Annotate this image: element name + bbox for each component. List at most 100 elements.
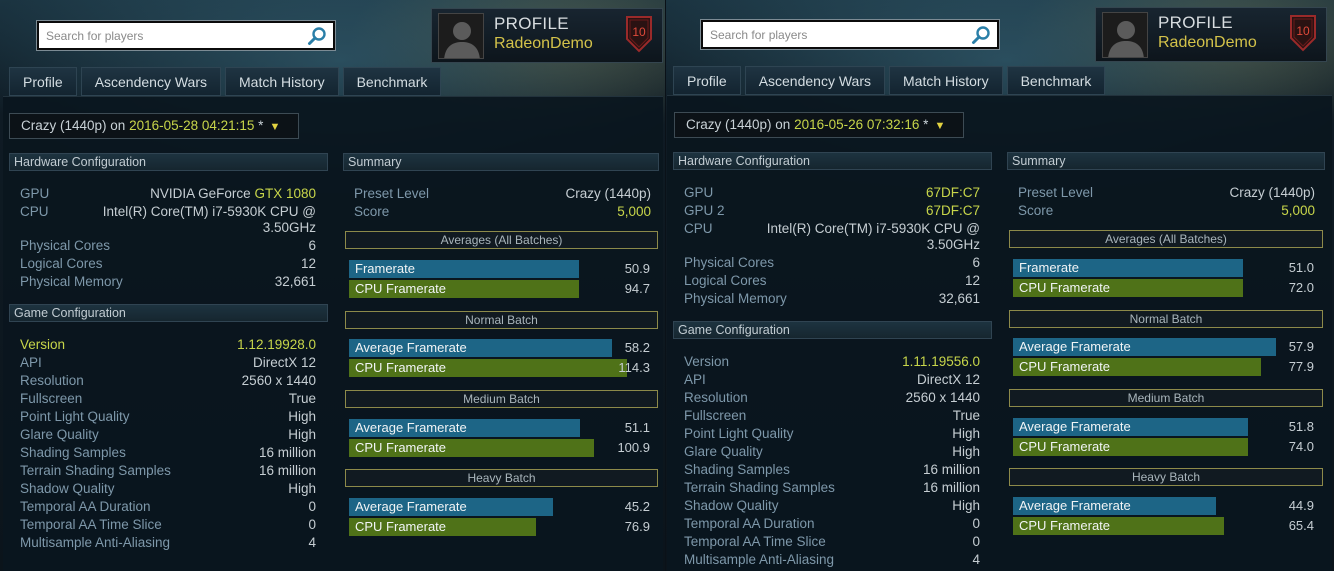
profile-name[interactable]: RadeonDemo xyxy=(494,35,593,53)
tab-ascendency-wars[interactable]: Ascendency Wars xyxy=(80,67,221,96)
hw-key: CPU xyxy=(20,204,49,219)
search-input[interactable] xyxy=(703,22,963,47)
game-value: True xyxy=(952,408,980,423)
game-value: 2560 x 1440 xyxy=(905,390,980,405)
tab-match-history[interactable]: Match History xyxy=(225,67,339,96)
summary-header: Summary xyxy=(1007,152,1325,170)
bar-row: CPU Framerate 77.9 xyxy=(1013,358,1318,376)
hw-value: 32,661 xyxy=(274,274,316,289)
game-value: 1.12.19928.0 xyxy=(237,337,316,352)
game-key: Point Light Quality xyxy=(20,409,130,424)
summary-row: Score 5,000 xyxy=(1018,202,1315,220)
profile-card[interactable]: PROFILE RadeonDemo 10 xyxy=(431,8,663,63)
bar-label: CPU Framerate xyxy=(1019,439,1111,454)
profile-label: PROFILE xyxy=(494,14,569,33)
tab-ascendency-wars[interactable]: Ascendency Wars xyxy=(744,66,885,95)
hw-row-cpu: CPU Intel(R) Core(TM) i7-5930K CPU @ 3.5… xyxy=(684,220,980,254)
level-number: 10 xyxy=(1296,24,1310,38)
game-row: Shading Samples 16 million xyxy=(20,444,316,462)
chevron-down-icon: ▼ xyxy=(269,121,281,133)
hw-row: GPU 2 67DF:C7 xyxy=(684,202,980,220)
hardware-config-header: Hardware Configuration xyxy=(9,153,328,171)
game-value: High xyxy=(288,427,316,442)
tab-benchmark[interactable]: Benchmark xyxy=(342,67,442,96)
search-input[interactable] xyxy=(39,23,299,48)
profile-card[interactable]: PROFILE RadeonDemo 10 xyxy=(1095,7,1327,62)
summary-key: Preset Level xyxy=(354,186,430,201)
run-selector[interactable]: Crazy (1440p) on 2016-05-28 04:21:15 * ▼ xyxy=(9,113,299,139)
game-row: Shadow Quality High xyxy=(684,497,980,515)
game-row: Terrain Shading Samples 16 million xyxy=(684,479,980,497)
heavy-batch-header: Heavy Batch xyxy=(345,469,658,487)
tab-profile[interactable]: Profile xyxy=(673,66,741,95)
hw-row: Physical Cores 6 xyxy=(20,237,316,255)
game-key: Temporal AA Duration xyxy=(684,516,815,531)
game-row: Point Light Quality High xyxy=(20,408,316,426)
shield-icon: 10 xyxy=(626,16,652,53)
bar-label: Framerate xyxy=(355,261,415,276)
game-key: Terrain Shading Samples xyxy=(20,463,171,478)
hw-value: 32,661 xyxy=(938,291,980,306)
game-key: Multisample Anti-Aliasing xyxy=(684,552,835,567)
tab-profile[interactable]: Profile xyxy=(9,67,77,96)
hw-key: GPU xyxy=(20,186,50,201)
bar-row: Average Framerate 45.2 xyxy=(349,498,654,516)
hw-row: Physical Memory 32,661 xyxy=(20,273,316,291)
hw-row-gpu: GPU NVIDIA GeForce GTX 1080 xyxy=(20,185,316,203)
summary-header: Summary xyxy=(343,153,659,171)
game-value: 0 xyxy=(972,516,980,531)
hw-row: Physical Cores 6 xyxy=(684,254,980,272)
hw-row: Logical Cores 12 xyxy=(684,272,980,290)
medium-batch-header: Medium Batch xyxy=(1009,389,1323,407)
run-suffix: * xyxy=(919,117,929,132)
game-value: 2560 x 1440 xyxy=(241,373,316,388)
game-row: Glare Quality High xyxy=(684,443,980,461)
game-value: 16 million xyxy=(922,480,980,495)
game-key: Temporal AA Time Slice xyxy=(684,534,826,549)
hw-row: GPU 67DF:C7 xyxy=(684,184,980,202)
bar-row: CPU Framerate 65.4 xyxy=(1013,517,1318,535)
medium-batch-header: Medium Batch xyxy=(345,390,658,408)
summary-row: Preset Level Crazy (1440p) xyxy=(1018,184,1315,202)
game-row: Glare Quality High xyxy=(20,426,316,444)
summary-value: 5,000 xyxy=(617,204,651,219)
gpu-model: GTX 1080 xyxy=(254,186,316,201)
game-row: API DirectX 12 xyxy=(20,354,316,372)
game-value: High xyxy=(952,498,980,513)
game-row: Temporal AA Time Slice 0 xyxy=(20,516,316,534)
benchmark-panel-left: PROFILE RadeonDemo 10 Profile Ascendency… xyxy=(0,0,665,571)
game-key: Shadow Quality xyxy=(20,481,115,496)
tab-bar: Profile Ascendency Wars Match History Be… xyxy=(673,66,1106,95)
bar-label: CPU Framerate xyxy=(355,519,447,534)
user-silhouette-icon xyxy=(439,14,483,58)
game-value: 16 million xyxy=(922,462,980,477)
summary-key: Score xyxy=(1018,203,1054,218)
game-config-header: Game Configuration xyxy=(673,321,992,339)
game-key: Glare Quality xyxy=(684,444,763,459)
bar-value: 74.0 xyxy=(1288,439,1314,454)
run-suffix: * xyxy=(254,118,264,133)
bar-label: Framerate xyxy=(1019,260,1079,275)
summary-value: 5,000 xyxy=(1281,203,1315,218)
profile-name[interactable]: RadeonDemo xyxy=(1158,34,1257,52)
search-icon[interactable] xyxy=(307,26,327,46)
bar-label: Average Framerate xyxy=(1019,498,1131,513)
bar-label: Average Framerate xyxy=(355,340,467,355)
hw-key: GPU 2 xyxy=(684,203,725,218)
bar-value: 100.9 xyxy=(617,440,650,455)
summary-value: Crazy (1440p) xyxy=(565,186,651,201)
game-row: API DirectX 12 xyxy=(684,371,980,389)
search-icon[interactable] xyxy=(971,25,991,45)
game-value: DirectX 12 xyxy=(916,372,980,387)
tab-match-history[interactable]: Match History xyxy=(889,66,1003,95)
tab-benchmark[interactable]: Benchmark xyxy=(1006,66,1106,95)
level-number: 10 xyxy=(632,25,646,39)
game-row: Resolution 2560 x 1440 xyxy=(20,372,316,390)
bar-value: 50.9 xyxy=(624,261,650,276)
search-box xyxy=(700,19,1000,50)
game-key: Shading Samples xyxy=(20,445,126,460)
game-key: Version xyxy=(20,337,66,352)
bar-value: 45.2 xyxy=(624,499,650,514)
game-row: Shading Samples 16 million xyxy=(684,461,980,479)
run-selector[interactable]: Crazy (1440p) on 2016-05-26 07:32:16 * ▼ xyxy=(674,112,964,138)
